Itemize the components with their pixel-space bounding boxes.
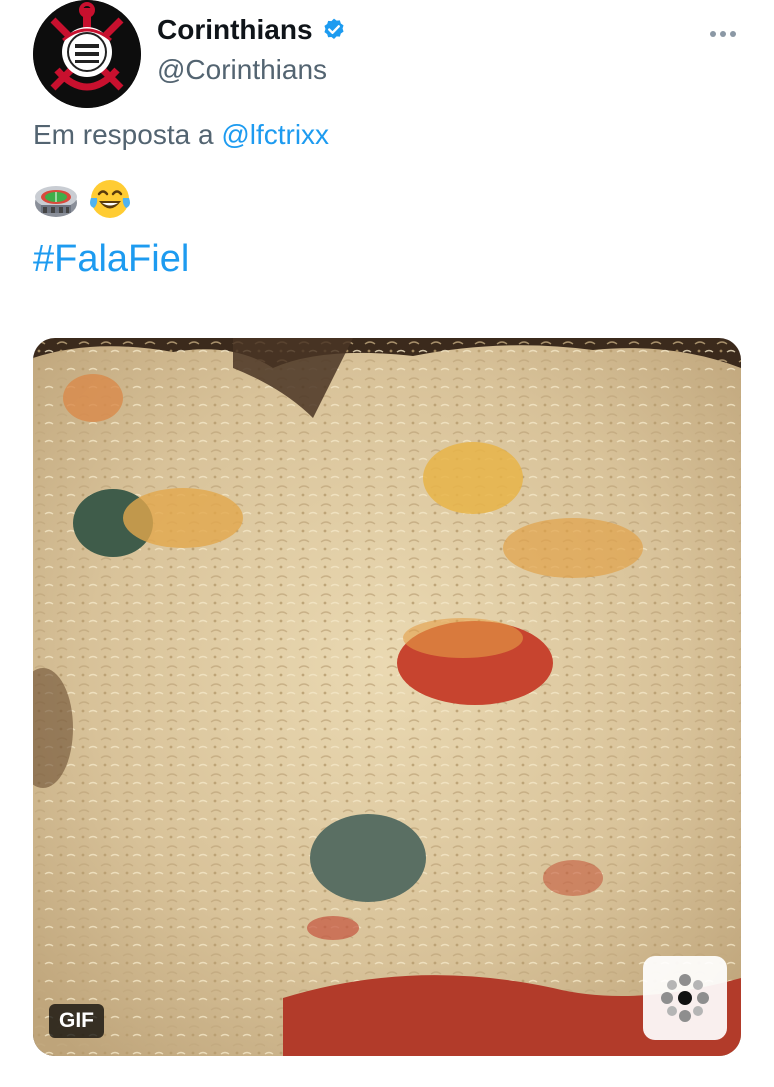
- gif-provider-logo-icon: [643, 956, 727, 1040]
- author-handle[interactable]: @Corinthians: [157, 54, 327, 86]
- reply-mention-link[interactable]: @lfctrixx: [221, 119, 329, 150]
- gif-frame-image: [33, 338, 741, 1056]
- gif-media[interactable]: GIF: [33, 338, 741, 1056]
- verified-badge-icon: [321, 17, 347, 43]
- stadium-emoji-icon: [33, 176, 79, 222]
- hashtag-link[interactable]: #FalaFiel: [33, 238, 189, 281]
- reply-context: Em resposta a @lfctrixx: [33, 119, 329, 151]
- emoji-row: [33, 176, 133, 222]
- corinthians-crest-icon: [33, 0, 141, 108]
- author-name-row: Corinthians: [157, 14, 347, 46]
- reply-prefix: Em resposta a: [33, 119, 214, 150]
- more-options-icon[interactable]: [704, 22, 742, 46]
- avatar[interactable]: [33, 0, 141, 108]
- gif-badge: GIF: [49, 1004, 104, 1038]
- author-display-name[interactable]: Corinthians: [157, 14, 313, 46]
- tweet: Corinthians @Corinthians Em resposta a @…: [0, 0, 774, 1087]
- tears-of-joy-emoji-icon: [87, 176, 133, 222]
